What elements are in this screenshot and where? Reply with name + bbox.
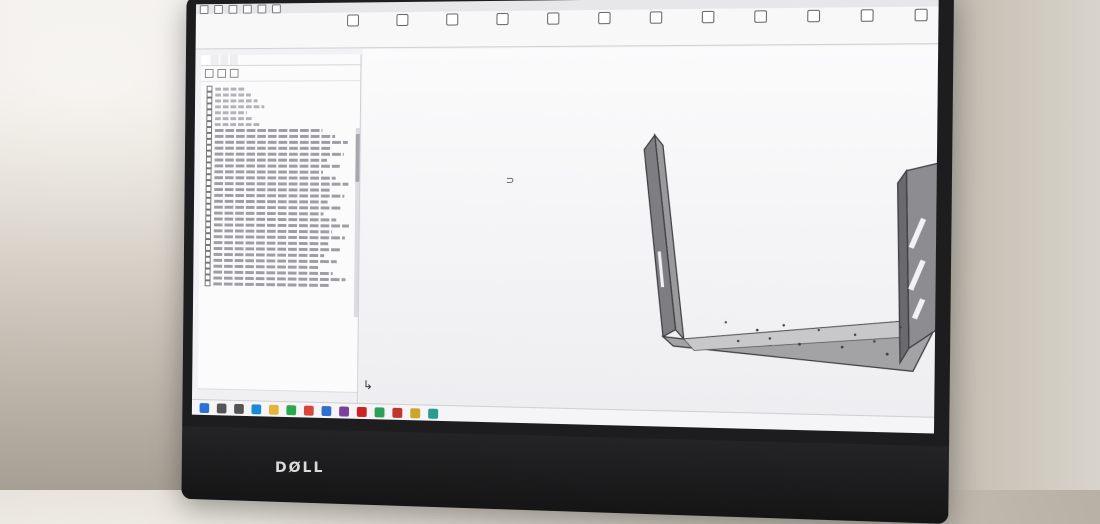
sheet-metal-model[interactable] xyxy=(359,45,938,417)
monitor: ⊃ ↳ xyxy=(181,0,954,524)
pattern-button[interactable] xyxy=(582,10,627,27)
feature-label-blurred xyxy=(215,99,257,102)
feature-label-blurred xyxy=(214,229,332,233)
feature-label-blurred xyxy=(214,170,323,173)
solidworks-icon[interactable] xyxy=(392,407,402,417)
right-upright xyxy=(905,162,939,348)
monitor-screen: ⊃ ↳ xyxy=(192,0,939,434)
feature-label-blurred xyxy=(214,252,325,256)
feature-manager-panel xyxy=(198,54,362,403)
graphics-area[interactable]: ⊃ ↳ xyxy=(359,45,938,417)
shell-icon xyxy=(754,10,767,22)
app-purple-icon[interactable] xyxy=(339,406,349,416)
save-icon[interactable] xyxy=(229,4,238,13)
feature-label-blurred xyxy=(214,199,327,203)
cursor-icon: ⊃ xyxy=(506,175,515,186)
feature-label-blurred xyxy=(215,111,247,114)
expand-icon[interactable] xyxy=(217,69,226,78)
loft-button[interactable] xyxy=(480,11,525,28)
fillet-icon xyxy=(547,12,559,24)
rib-icon xyxy=(650,11,663,23)
feature-label-blurred xyxy=(214,217,336,221)
search-icon[interactable] xyxy=(217,403,227,413)
sweep-button[interactable] xyxy=(430,11,474,27)
monitor-brand-logo: DØLL xyxy=(275,460,324,476)
explorer-icon[interactable] xyxy=(269,404,279,414)
pattern-icon xyxy=(598,12,610,24)
whatsapp-icon[interactable] xyxy=(286,405,296,415)
start-icon[interactable] xyxy=(200,403,210,413)
feature-label-blurred xyxy=(214,188,331,192)
extrude-icon xyxy=(347,14,359,26)
feature-label-blurred xyxy=(215,105,264,108)
tab-property-manager[interactable] xyxy=(211,55,219,65)
extrude-button[interactable] xyxy=(331,12,374,28)
acrobat-icon[interactable] xyxy=(357,406,367,416)
feature-tree-item[interactable] xyxy=(205,280,355,288)
rib-button[interactable] xyxy=(633,9,679,26)
new-file-icon[interactable] xyxy=(200,5,209,14)
feature-label-blurred xyxy=(215,134,335,137)
tab-feature-manager[interactable] xyxy=(201,55,209,65)
feature-label-blurred xyxy=(214,223,349,227)
command-manager-ribbon xyxy=(196,6,939,49)
feature-label-blurred xyxy=(214,241,328,245)
rebuild-icon[interactable] xyxy=(272,4,281,13)
feature-label-blurred xyxy=(213,264,320,268)
mirror-button[interactable] xyxy=(790,8,837,25)
loft-icon xyxy=(496,13,508,25)
undo-icon[interactable] xyxy=(258,4,267,13)
app-blue-icon[interactable] xyxy=(321,406,331,416)
filter-icon[interactable] xyxy=(205,69,214,78)
background-left xyxy=(0,0,200,490)
fillet-button[interactable] xyxy=(531,10,576,27)
feature-label-blurred xyxy=(215,140,348,143)
tree-scrollbar[interactable] xyxy=(354,128,360,317)
hole-icon xyxy=(861,9,874,22)
app-green-icon[interactable] xyxy=(375,407,385,417)
feature-label-blurred xyxy=(215,164,340,167)
sketch-button[interactable] xyxy=(897,6,938,23)
draft-icon xyxy=(702,11,715,23)
panel-tabs xyxy=(201,54,360,66)
scrollbar-thumb[interactable] xyxy=(355,134,359,182)
feature-label-blurred xyxy=(214,235,345,239)
edge-icon[interactable] xyxy=(251,404,261,414)
feature-label-blurred xyxy=(215,117,254,120)
feature-label-blurred xyxy=(214,205,340,209)
app-teal-icon[interactable] xyxy=(428,408,438,418)
feature-label-blurred xyxy=(215,87,244,90)
mirror-icon xyxy=(807,10,820,23)
task-view-icon[interactable] xyxy=(234,403,244,413)
feature-label-blurred xyxy=(215,93,251,96)
collapse-icon[interactable] xyxy=(230,69,239,78)
feature-label-blurred xyxy=(214,211,324,215)
feature-label-blurred xyxy=(215,158,327,161)
sweep-icon xyxy=(446,13,458,25)
app-yellow-icon[interactable] xyxy=(410,408,420,418)
revolve-icon xyxy=(396,14,408,26)
feature-label-blurred xyxy=(215,129,323,132)
hole-wizard-button[interactable] xyxy=(843,7,890,24)
feature-label-blurred xyxy=(214,193,344,197)
feature-label-blurred xyxy=(214,176,335,179)
open-file-icon[interactable] xyxy=(214,5,223,14)
feature-tree xyxy=(199,81,360,288)
tab-configuration-manager[interactable] xyxy=(220,55,228,65)
reference-triad-icon: ↳ xyxy=(363,378,373,392)
feature-label-blurred xyxy=(215,146,331,149)
sketch-icon xyxy=(915,9,928,22)
feature-icon xyxy=(205,280,211,286)
chrome-icon[interactable] xyxy=(304,405,314,415)
feature-label-blurred xyxy=(213,282,328,287)
feature-label-blurred xyxy=(214,182,348,186)
tab-dim-xpert[interactable] xyxy=(230,55,238,65)
feature-label-blurred xyxy=(215,123,260,126)
revolve-button[interactable] xyxy=(381,12,425,28)
shell-button[interactable] xyxy=(737,8,784,25)
feature-label-blurred xyxy=(215,152,344,155)
draft-button[interactable] xyxy=(685,9,731,26)
print-icon[interactable] xyxy=(243,4,252,13)
panel-toolbar xyxy=(201,65,360,82)
